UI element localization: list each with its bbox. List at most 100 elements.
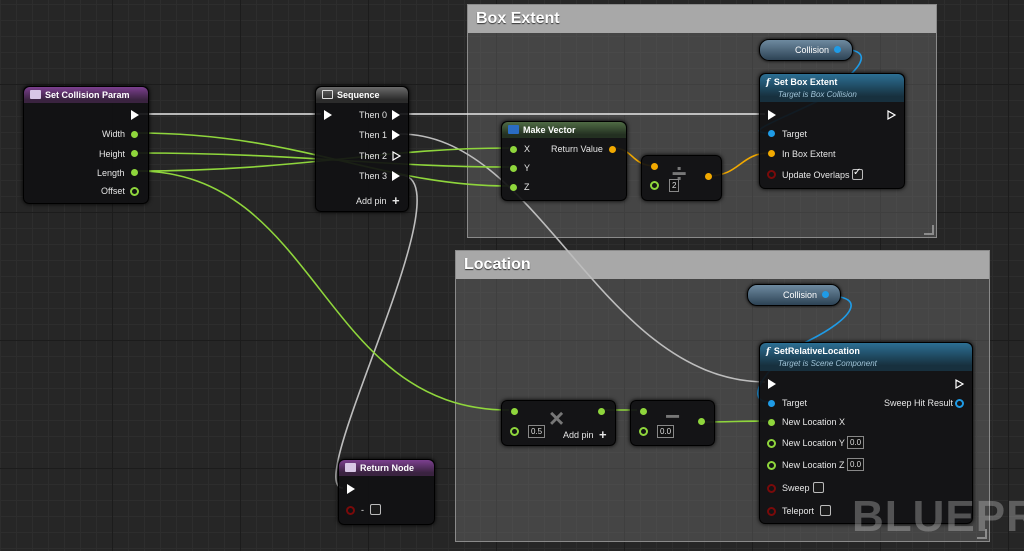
target-pin[interactable] bbox=[768, 130, 775, 137]
length-pin[interactable] bbox=[131, 169, 138, 176]
divide-input-a-pin[interactable] bbox=[651, 163, 658, 170]
target-label: Target bbox=[782, 398, 808, 408]
multiply-output-pin[interactable] bbox=[598, 408, 605, 415]
teleport-pin[interactable] bbox=[767, 507, 776, 516]
subtract-node[interactable]: − 0.0 bbox=[630, 400, 715, 446]
variable-label: Collision bbox=[783, 290, 818, 300]
z-label: Z bbox=[524, 182, 530, 192]
node-title: Make Vector bbox=[523, 125, 576, 135]
multiply-node[interactable]: × 0.5 Add pin + bbox=[501, 400, 616, 446]
then-2-label: Then 2 bbox=[359, 151, 388, 161]
node-title: SetRelativeLocation bbox=[773, 346, 860, 356]
sequence-node[interactable]: Sequence Then 0 Then 1 Then 2 Then 3 Add… bbox=[315, 86, 409, 212]
sweep-hit-result-pin[interactable] bbox=[955, 399, 964, 408]
new-location-x-pin[interactable] bbox=[768, 419, 775, 426]
divide-input-b-pin[interactable] bbox=[650, 181, 659, 190]
node-header[interactable]: Sequence bbox=[316, 87, 408, 103]
sequence-icon bbox=[322, 90, 333, 99]
then-2-pin[interactable] bbox=[392, 151, 402, 161]
width-pin[interactable] bbox=[131, 131, 138, 138]
update-overlaps-label: Update Overlaps bbox=[782, 170, 850, 180]
blueprint-watermark: BLUEPRINT bbox=[852, 492, 1024, 541]
node-header[interactable]: Make Vector bbox=[502, 122, 626, 138]
teleport-checkbox[interactable] bbox=[820, 505, 831, 516]
exec-in-pin[interactable] bbox=[768, 379, 776, 389]
node-subtitle: Target is Box Collision bbox=[778, 90, 857, 99]
return-value-pin[interactable] bbox=[609, 146, 616, 153]
make-struct-icon bbox=[508, 125, 519, 134]
set-box-extent-node[interactable]: f Set Box Extent Target is Box Collision T… bbox=[759, 73, 905, 189]
exec-in-pin[interactable] bbox=[347, 484, 355, 494]
function-icon: f bbox=[766, 78, 770, 88]
multiply-value-field[interactable]: 0.5 bbox=[528, 425, 546, 438]
new-location-y-pin[interactable] bbox=[767, 439, 776, 448]
update-overlaps-pin[interactable] bbox=[767, 170, 776, 179]
divide-value-field[interactable]: 2 bbox=[669, 179, 680, 192]
then-1-label: Then 1 bbox=[359, 130, 388, 140]
multiply-input-a-pin[interactable] bbox=[511, 408, 518, 415]
add-pin-plus-icon[interactable]: + bbox=[599, 427, 607, 442]
sweep-checkbox[interactable] bbox=[813, 482, 824, 493]
z-pin[interactable] bbox=[510, 184, 517, 191]
pin-label-height: Height bbox=[99, 149, 126, 159]
exec-in-pin[interactable] bbox=[768, 110, 776, 120]
in-box-extent-pin[interactable] bbox=[768, 150, 775, 157]
subtract-input-a-pin[interactable] bbox=[640, 408, 647, 415]
offset-pin[interactable] bbox=[130, 187, 139, 196]
multiply-input-b-pin[interactable] bbox=[510, 427, 519, 436]
divide-output-pin[interactable] bbox=[705, 173, 712, 180]
divide-node[interactable]: ÷ 2 bbox=[641, 155, 722, 201]
then-0-pin[interactable] bbox=[392, 110, 400, 120]
node-title: Return Node bbox=[360, 463, 414, 473]
make-vector-node[interactable]: Make Vector X Y Z Return Value bbox=[501, 121, 627, 201]
height-pin[interactable] bbox=[131, 150, 138, 157]
then-1-pin[interactable] bbox=[392, 130, 400, 140]
set-collision-param-node[interactable]: Set Collision Param Width Height Length … bbox=[23, 86, 149, 204]
collision-output-pin[interactable] bbox=[834, 46, 841, 53]
x-pin[interactable] bbox=[510, 146, 517, 153]
return-node[interactable]: Return Node - bbox=[338, 459, 435, 525]
node-title: Sequence bbox=[337, 90, 380, 100]
subtract-value-field[interactable]: 0.0 bbox=[657, 425, 675, 438]
new-location-y-label: New Location Y bbox=[782, 438, 845, 448]
return-value-label: Return Value bbox=[551, 144, 603, 154]
return-value-label: - bbox=[361, 505, 364, 515]
exec-out-pin[interactable] bbox=[131, 110, 139, 120]
target-pin[interactable] bbox=[768, 400, 775, 407]
return-value-pin[interactable] bbox=[346, 506, 355, 515]
sweep-label: Sweep bbox=[782, 483, 810, 493]
node-header[interactable]: f Set Box Extent Target is Box Collision bbox=[760, 74, 904, 102]
function-entry-icon bbox=[30, 90, 41, 99]
subtract-output-pin[interactable] bbox=[698, 418, 705, 425]
subtract-input-b-pin[interactable] bbox=[639, 427, 648, 436]
add-pin-button[interactable]: Add pin bbox=[563, 430, 594, 440]
collision-output-pin[interactable] bbox=[822, 291, 829, 298]
then-3-label: Then 3 bbox=[359, 171, 388, 181]
node-header[interactable]: Set Collision Param bbox=[24, 87, 148, 103]
node-header[interactable]: Return Node bbox=[339, 460, 434, 476]
then-0-label: Then 0 bbox=[359, 110, 388, 120]
new-location-x-label: New Location X bbox=[782, 417, 846, 427]
return-value-checkbox[interactable] bbox=[370, 504, 381, 515]
sweep-pin[interactable] bbox=[767, 484, 776, 493]
exec-out-pin[interactable] bbox=[955, 379, 965, 389]
update-overlaps-checkbox[interactable] bbox=[852, 167, 863, 180]
add-pin-button[interactable]: Add pin bbox=[356, 196, 387, 206]
variable-label: Collision bbox=[795, 45, 830, 55]
y-pin[interactable] bbox=[510, 165, 517, 172]
collision-variable-node[interactable]: Collision bbox=[759, 39, 853, 61]
multiply-icon: × bbox=[549, 403, 565, 433]
collision-variable-node[interactable]: Collision bbox=[747, 284, 841, 306]
new-location-z-pin[interactable] bbox=[767, 461, 776, 470]
node-title: Set Box Extent bbox=[773, 77, 838, 87]
exec-out-pin[interactable] bbox=[887, 110, 897, 120]
add-pin-plus-icon[interactable]: + bbox=[392, 193, 400, 208]
node-header[interactable]: f SetRelativeLocation Target is Scene Comp… bbox=[760, 343, 972, 371]
pin-label-width: Width bbox=[102, 129, 126, 139]
new-location-y-field[interactable]: 0.0 bbox=[847, 436, 865, 449]
node-title: Set Collision Param bbox=[45, 90, 130, 100]
then-3-pin[interactable] bbox=[392, 171, 400, 181]
exec-in-pin[interactable] bbox=[324, 110, 332, 120]
new-location-z-field[interactable]: 0.0 bbox=[847, 458, 865, 471]
sweep-hit-result-label: Sweep Hit Result bbox=[884, 398, 954, 408]
